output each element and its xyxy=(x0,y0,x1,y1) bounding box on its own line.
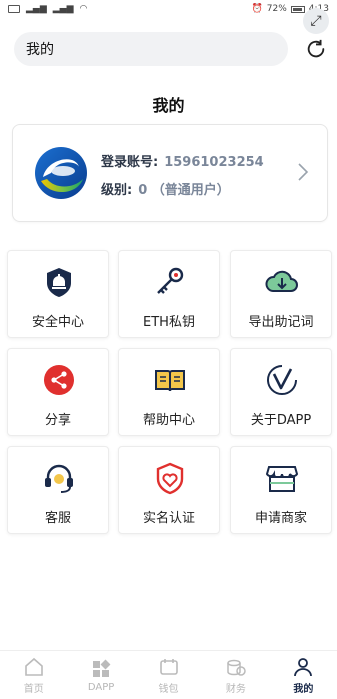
chevron-right-icon xyxy=(298,163,309,181)
menu-label: 申请商家 xyxy=(254,511,307,526)
shop-icon xyxy=(265,466,299,492)
level-row: 级别: 0 （普通用户） xyxy=(101,179,230,198)
nav-mine[interactable]: 我的 xyxy=(270,651,337,699)
battery-icon xyxy=(290,5,305,13)
menu-about-dapp[interactable]: 关于DAPP xyxy=(230,348,332,436)
nav-label: 钱包 xyxy=(158,683,179,695)
refresh-icon[interactable] xyxy=(305,38,327,60)
coins-icon xyxy=(227,659,246,676)
about-v-icon xyxy=(267,365,297,395)
login-account-row: 登录账号: 15961023254 xyxy=(101,151,264,170)
search-value: 我的 xyxy=(26,42,54,58)
signal-2-icon: ▂▄▆ xyxy=(52,4,74,14)
search-input[interactable]: 我的 xyxy=(14,32,288,66)
apps-icon xyxy=(93,659,111,677)
menu-customer-service[interactable]: 客服 xyxy=(7,446,109,534)
nav-dapp[interactable]: DAPP xyxy=(67,651,134,699)
expand-icon: ⤢ xyxy=(310,13,322,29)
home-icon xyxy=(24,657,43,676)
heart-shield-icon xyxy=(156,462,184,495)
menu-share[interactable]: 分享 xyxy=(7,348,109,436)
status-left: ▂▄▆ ▂▄▆ ◠ xyxy=(8,4,87,14)
menu-label: 实名认证 xyxy=(142,511,195,526)
nav-wallet[interactable]: 钱包 xyxy=(135,651,202,699)
menu-label: 导出助记词 xyxy=(248,315,314,330)
cloud-download-icon xyxy=(265,270,298,292)
menu-label: 客服 xyxy=(44,511,71,526)
menu-label: ETH私钥 xyxy=(143,315,195,330)
login-label: 登录账号: xyxy=(101,155,159,170)
user-icon xyxy=(294,657,313,676)
sim-icon xyxy=(8,5,20,13)
menu-eth-private-key[interactable]: ETH私钥 xyxy=(118,250,220,338)
key-icon xyxy=(157,267,184,294)
account-card[interactable]: 登录账号: 15961023254 级别: 0 （普通用户） xyxy=(12,124,328,222)
nav-label: DAPP xyxy=(87,681,115,693)
menu-export-mnemonic[interactable]: 导出助记词 xyxy=(230,250,332,338)
signal-icon: ▂▄▆ xyxy=(26,4,47,14)
menu-label: 安全中心 xyxy=(31,315,84,330)
menu-help-center[interactable]: 帮助中心 xyxy=(118,348,220,436)
menu-security-center[interactable]: 安全中心 xyxy=(7,250,109,338)
menu-real-name-auth[interactable]: 实名认证 xyxy=(118,446,220,534)
security-bell-icon xyxy=(47,268,71,297)
level-label: 级别: xyxy=(101,183,133,198)
level-value: 0 （普通用户） xyxy=(138,183,230,198)
book-icon xyxy=(155,370,185,392)
nav-label: 财务 xyxy=(225,683,246,695)
nav-finance[interactable]: 财务 xyxy=(202,651,269,699)
wallet-icon xyxy=(159,658,178,675)
wifi-icon: ◠ xyxy=(79,4,88,14)
close-button[interactable]: ⤢ xyxy=(303,8,329,34)
headset-icon xyxy=(45,464,73,493)
alarm-icon: ⏰ xyxy=(251,4,263,14)
menu-apply-merchant[interactable]: 申请商家 xyxy=(230,446,332,534)
status-bar: ▂▄▆ ▂▄▆ ◠ ⏰ 72% 4:13 xyxy=(0,0,337,18)
bottom-nav: 首页 DAPP 钱包 财务 我的 xyxy=(0,650,337,699)
menu-label: 分享 xyxy=(44,413,71,428)
menu-label: 关于DAPP xyxy=(250,413,312,428)
login-value: 15961023254 xyxy=(164,155,264,170)
share-icon xyxy=(44,365,74,395)
nav-home[interactable]: 首页 xyxy=(0,651,67,699)
battery-percent: 72% xyxy=(266,4,287,14)
nav-label: 我的 xyxy=(293,683,314,695)
app-logo xyxy=(35,147,87,199)
page-title: 我的 xyxy=(152,96,185,115)
menu-label: 帮助中心 xyxy=(142,413,195,428)
nav-label: 首页 xyxy=(23,683,44,695)
